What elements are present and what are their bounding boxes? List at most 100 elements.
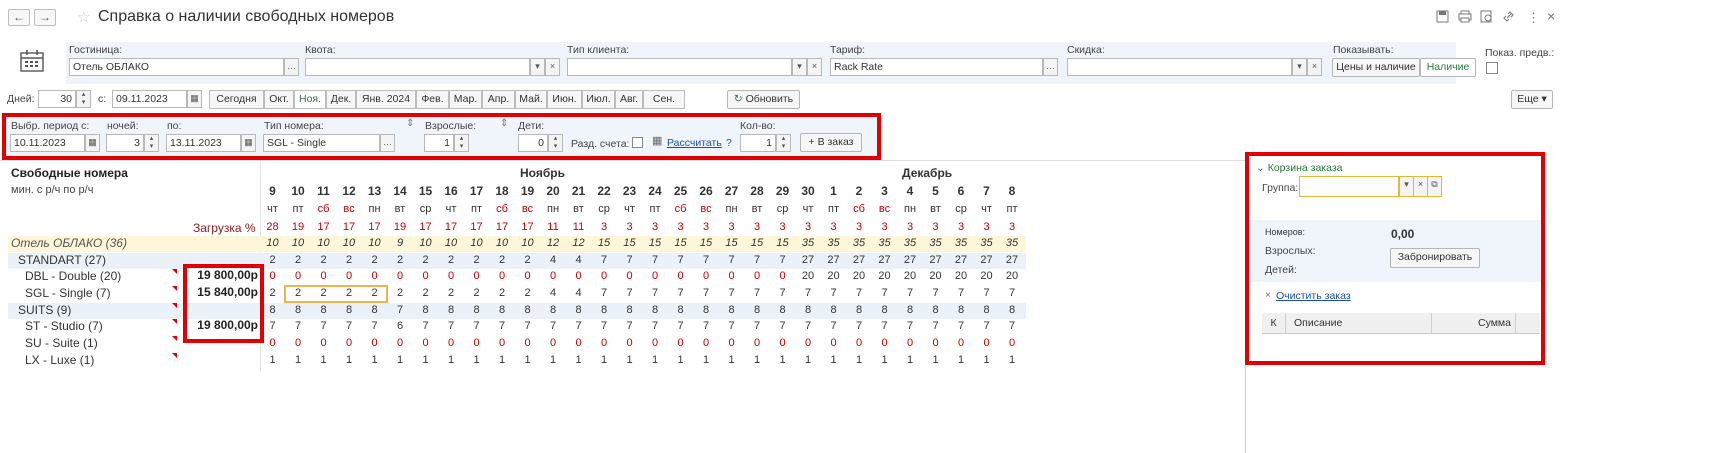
availability-cell[interactable]: 2	[515, 254, 540, 266]
availability-cell[interactable]: 7	[719, 254, 744, 266]
availability-cell[interactable]: 7	[847, 287, 872, 299]
availability-cell[interactable]: 2	[388, 254, 413, 266]
availability-cell[interactable]: 0	[770, 270, 795, 282]
availability-cell[interactable]: 15	[745, 237, 770, 249]
availability-cell[interactable]: 7	[1000, 320, 1025, 332]
month-jul-button[interactable]: Июл.	[582, 90, 615, 109]
more-button[interactable]: Еще ▾	[1511, 90, 1553, 109]
availability-cell[interactable]: 1	[617, 354, 642, 366]
availability-cell[interactable]: 10	[260, 237, 285, 249]
availability-cell[interactable]: 8	[770, 304, 795, 316]
show-prices-button[interactable]: Цены и наличие	[1332, 58, 1420, 77]
availability-cell[interactable]: 7	[796, 287, 821, 299]
availability-cell[interactable]: 7	[872, 287, 897, 299]
availability-cell[interactable]: 0	[617, 270, 642, 282]
availability-cell[interactable]: 27	[821, 254, 846, 266]
availability-cell[interactable]: 0	[490, 337, 515, 349]
availability-cell[interactable]: 8	[490, 304, 515, 316]
availability-cell[interactable]: 8	[643, 304, 668, 316]
availability-cell[interactable]: 20	[898, 270, 923, 282]
availability-cell[interactable]: 7	[643, 287, 668, 299]
availability-cell[interactable]: 0	[311, 337, 336, 349]
split-checkbox[interactable]	[632, 137, 643, 148]
availability-cell[interactable]: 8	[974, 304, 999, 316]
availability-cell[interactable]: 27	[872, 254, 897, 266]
to-date-field[interactable]: 13.11.2023	[166, 134, 241, 152]
calendar-icon[interactable]	[20, 50, 44, 75]
availability-cell[interactable]: 7	[949, 287, 974, 299]
nights-field[interactable]: 3	[106, 134, 144, 152]
availability-cell[interactable]: 7	[796, 320, 821, 332]
availability-cell[interactable]: 8	[847, 304, 872, 316]
availability-cell[interactable]: 7	[643, 320, 668, 332]
availability-cell[interactable]: 1	[439, 354, 464, 366]
availability-cell[interactable]: 35	[847, 237, 872, 249]
show-prev-checkbox[interactable]	[1486, 62, 1498, 74]
availability-cell[interactable]: 7	[311, 320, 336, 332]
availability-cell[interactable]: 8	[311, 304, 336, 316]
availability-cell[interactable]: 8	[362, 304, 387, 316]
book-button[interactable]: Забронировать	[1390, 248, 1480, 268]
availability-cell[interactable]: 7	[719, 287, 744, 299]
availability-cell[interactable]: 0	[439, 270, 464, 282]
availability-cell[interactable]: 27	[898, 254, 923, 266]
availability-cell[interactable]: 27	[974, 254, 999, 266]
availability-cell[interactable]: 0	[541, 337, 566, 349]
availability-cell[interactable]: 0	[515, 270, 540, 282]
availability-cell[interactable]: 0	[439, 337, 464, 349]
availability-cell[interactable]: 0	[413, 337, 438, 349]
availability-cell[interactable]: 20	[949, 270, 974, 282]
availability-cell[interactable]: 15	[668, 237, 693, 249]
availability-cell[interactable]: 0	[898, 337, 923, 349]
availability-cell[interactable]: 20	[821, 270, 846, 282]
availability-cell[interactable]: 1	[719, 354, 744, 366]
availability-cell[interactable]: 1	[923, 354, 948, 366]
availability-cell[interactable]: 8	[464, 304, 489, 316]
availability-cell[interactable]: 8	[413, 304, 438, 316]
clear-order-link[interactable]: Очистить заказ	[1276, 290, 1351, 302]
availability-cell[interactable]: 7	[668, 287, 693, 299]
availability-cell[interactable]: 7	[337, 320, 362, 332]
availability-cell[interactable]: 8	[745, 304, 770, 316]
availability-cell[interactable]: 0	[566, 337, 591, 349]
availability-cell[interactable]: 10	[464, 237, 489, 249]
availability-cell[interactable]: 7	[821, 287, 846, 299]
availability-cell[interactable]: 8	[566, 304, 591, 316]
quota-dropdown-icon[interactable]: ▾	[530, 58, 545, 76]
group-open-icon[interactable]: ⧉	[1427, 176, 1442, 197]
days-spinner[interactable]: ▴ ▾	[76, 90, 91, 108]
availability-cell[interactable]: 2	[286, 254, 311, 266]
availability-cell[interactable]: 2	[413, 254, 438, 266]
month-jun-button[interactable]: Июн.	[547, 90, 582, 109]
discount-field[interactable]	[1067, 58, 1292, 76]
availability-cell[interactable]: 2	[515, 287, 540, 299]
availability-cell[interactable]: 7	[847, 320, 872, 332]
availability-cell[interactable]: 15	[719, 237, 744, 249]
availability-cell[interactable]: 0	[362, 337, 387, 349]
availability-cell[interactable]: 1	[541, 354, 566, 366]
client-type-dropdown-icon[interactable]: ▾	[792, 58, 807, 76]
availability-cell[interactable]: 15	[592, 237, 617, 249]
availability-cell[interactable]: 0	[617, 337, 642, 349]
days-field[interactable]: 30	[38, 90, 76, 108]
availability-cell[interactable]: 7	[1000, 287, 1025, 299]
availability-cell[interactable]: 1	[566, 354, 591, 366]
from-date-field[interactable]: 09.11.2023	[112, 90, 187, 108]
availability-cell[interactable]: 1	[949, 354, 974, 366]
availability-cell[interactable]: 1	[1000, 354, 1025, 366]
availability-cell[interactable]: 0	[286, 270, 311, 282]
availability-cell[interactable]: 4	[541, 287, 566, 299]
client-type-clear-icon[interactable]: ×	[807, 58, 822, 76]
favorite-star-icon[interactable]: ☆	[77, 8, 90, 26]
forward-button[interactable]: →	[34, 9, 56, 26]
availability-cell[interactable]: 8	[541, 304, 566, 316]
availability-cell[interactable]: 4	[566, 287, 591, 299]
availability-cell[interactable]: 0	[1000, 337, 1025, 349]
availability-cell[interactable]: 0	[515, 337, 540, 349]
availability-cell[interactable]: 1	[515, 354, 540, 366]
qty-field[interactable]: 1	[740, 134, 776, 152]
availability-cell[interactable]: 7	[286, 320, 311, 332]
month-apr-button[interactable]: Апр.	[482, 90, 515, 109]
availability-cell[interactable]: 2	[439, 254, 464, 266]
availability-cell[interactable]: 35	[923, 237, 948, 249]
